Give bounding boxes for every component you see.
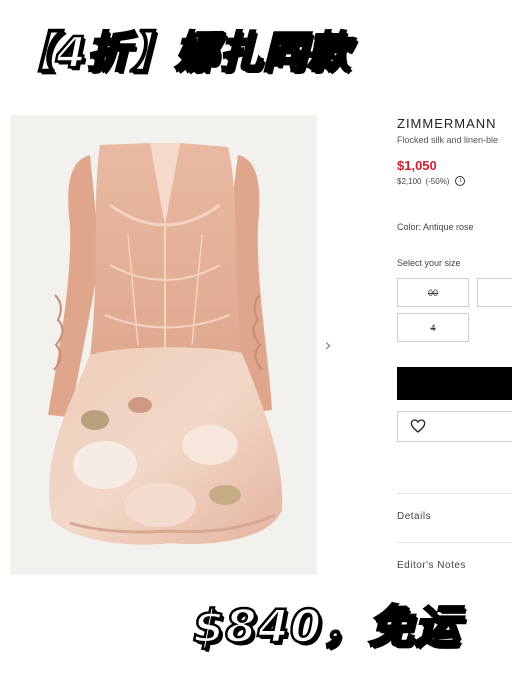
- dress-illustration: [48, 143, 283, 545]
- color-row: Color: Antique rose: [397, 222, 474, 232]
- size-option-00[interactable]: 00: [397, 278, 469, 307]
- sale-price: $1,050: [397, 158, 437, 173]
- accordion-editors-notes[interactable]: Editor's Notes: [397, 560, 466, 571]
- info-icon[interactable]: i: [455, 176, 466, 186]
- divider: [397, 493, 512, 494]
- product-subtitle: Flocked silk and linen-ble: [397, 135, 499, 145]
- original-price-row: $2,100 (-50%) i: [397, 176, 466, 186]
- product-image[interactable]: [10, 115, 317, 575]
- size-option-2[interactable]: [477, 278, 512, 307]
- color-value: Antique rose: [423, 222, 474, 232]
- add-to-bag-button[interactable]: [397, 367, 512, 400]
- heart-outline-icon: [410, 419, 426, 433]
- wishlist-button[interactable]: [397, 411, 512, 442]
- brand-name[interactable]: ZIMMERMANN: [397, 116, 497, 131]
- divider: [397, 542, 512, 543]
- size-option-label: 4: [430, 322, 436, 333]
- size-prompt: Select your size: [397, 258, 461, 268]
- size-option-label: 00: [427, 287, 438, 298]
- discount-percent: (-50%): [425, 176, 450, 186]
- product-info-panel: ZIMMERMANN Flocked silk and linen-ble $1…: [397, 0, 512, 683]
- color-label: Color:: [397, 222, 422, 232]
- original-price: $2,100: [397, 176, 422, 186]
- next-image-chevron-right-icon[interactable]: ›: [320, 334, 336, 358]
- promo-price-text: $840，免运: [192, 599, 461, 655]
- accordion-details[interactable]: Details: [397, 511, 431, 522]
- size-option-4[interactable]: 4: [397, 313, 469, 342]
